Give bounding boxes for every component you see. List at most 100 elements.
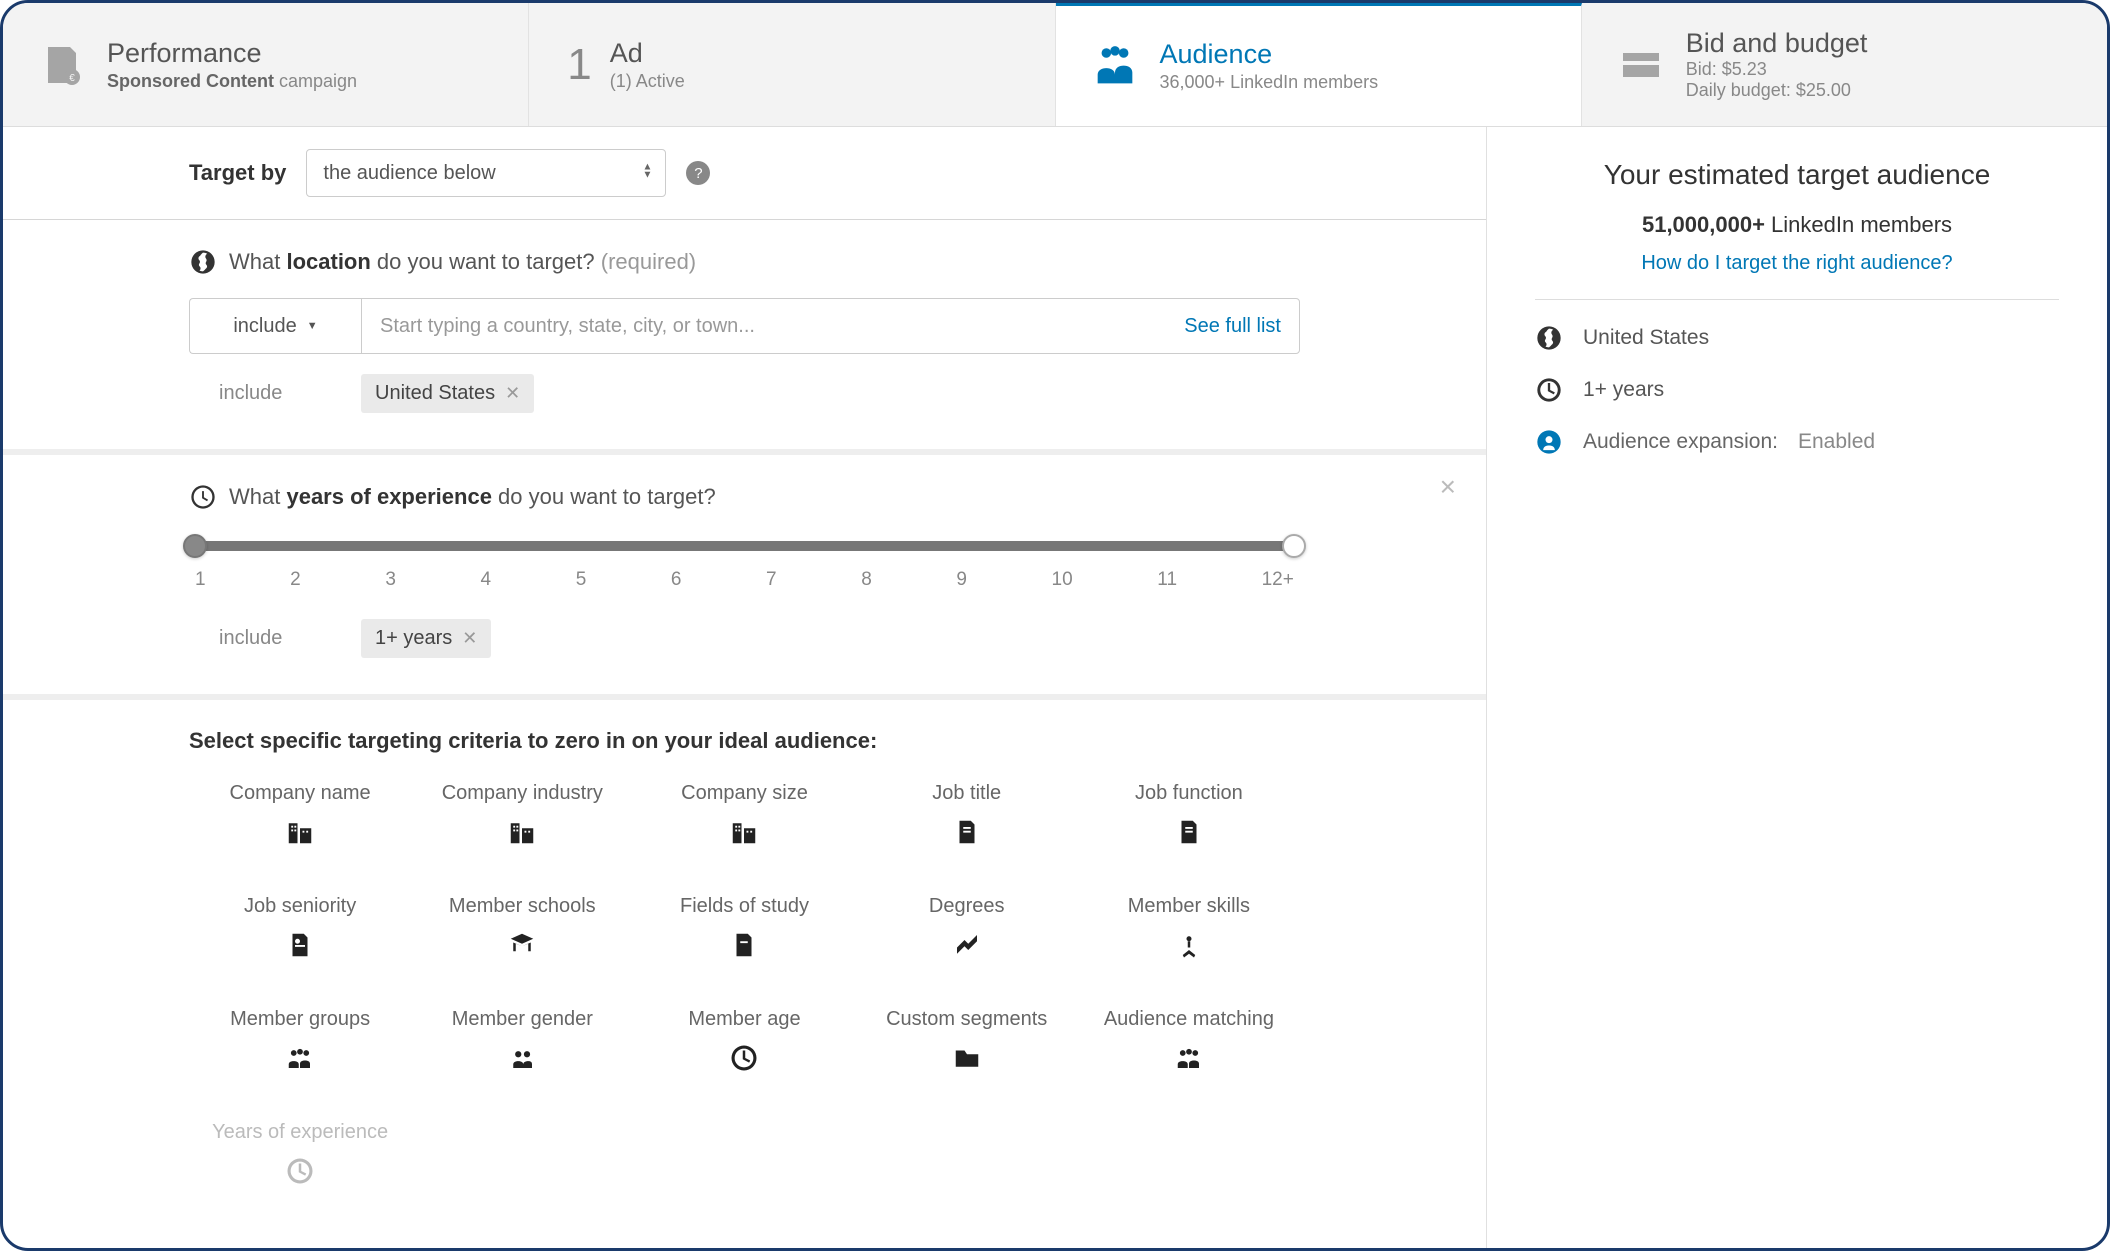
groups-icon bbox=[285, 1043, 315, 1073]
criteria-custom-segments[interactable]: Custom segments bbox=[856, 1008, 1078, 1073]
close-icon[interactable]: ✕ bbox=[505, 383, 520, 404]
criteria-label: Member skills bbox=[1128, 895, 1250, 918]
top-tabs: € Performance Sponsored Content campaign… bbox=[3, 3, 2107, 127]
criteria-heading: Select specific targeting criteria to ze… bbox=[189, 728, 1300, 754]
building-icon bbox=[729, 817, 759, 847]
gender-icon bbox=[507, 1043, 537, 1073]
location-input[interactable] bbox=[380, 315, 1184, 338]
criteria-label: Member schools bbox=[449, 895, 596, 918]
performance-icon: € bbox=[35, 38, 89, 92]
tab-bid[interactable]: Bid and budget Bid: $5.23 Daily budget: … bbox=[1582, 3, 2107, 126]
docline-icon bbox=[729, 930, 759, 960]
location-include-label: include bbox=[219, 382, 305, 405]
folder-icon bbox=[952, 1043, 982, 1073]
targetby-row: Target by the audience below ▲▼ ? bbox=[3, 127, 1486, 220]
criteria-member-skills[interactable]: Member skills bbox=[1078, 895, 1300, 960]
targetby-label: Target by bbox=[189, 160, 286, 186]
doc-icon bbox=[952, 817, 982, 847]
criteria-label: Company size bbox=[681, 782, 808, 805]
tab-ad-sub: (1) Active bbox=[610, 71, 685, 92]
globe-icon bbox=[1535, 324, 1563, 352]
criteria-label: Audience matching bbox=[1104, 1008, 1274, 1031]
location-panel: What location do you want to target? (re… bbox=[3, 220, 1486, 455]
tab-bid-budget: Daily budget: $25.00 bbox=[1686, 80, 1868, 101]
tab-performance[interactable]: € Performance Sponsored Content campaign bbox=[3, 3, 529, 126]
clock-icon bbox=[1535, 376, 1563, 404]
experience-panel: × What years of experience do you want t… bbox=[3, 455, 1486, 700]
tab-audience-title: Audience bbox=[1160, 39, 1379, 70]
clock-icon bbox=[729, 1043, 759, 1073]
location-chip: United States ✕ bbox=[361, 374, 534, 413]
tab-performance-title: Performance bbox=[107, 38, 357, 69]
tab-audience[interactable]: Audience 36,000+ LinkedIn members bbox=[1056, 3, 1582, 126]
criteria-company-size[interactable]: Company size bbox=[633, 782, 855, 847]
targetby-select[interactable]: the audience below bbox=[306, 149, 666, 197]
criteria-label: Degrees bbox=[929, 895, 1005, 918]
include-mode-button[interactable]: include ▼ bbox=[189, 298, 361, 354]
criteria-label: Job seniority bbox=[244, 895, 356, 918]
slider-handle-min[interactable] bbox=[183, 534, 207, 558]
svg-text:€: € bbox=[69, 73, 75, 84]
tab-ad-title: Ad bbox=[610, 38, 685, 69]
criteria-degrees[interactable]: Degrees bbox=[856, 895, 1078, 960]
bid-icon bbox=[1614, 38, 1668, 92]
estimate-heading: Your estimated target audience bbox=[1535, 157, 2059, 192]
globe-icon bbox=[189, 248, 217, 276]
tab-ad-count: 1 bbox=[567, 40, 591, 90]
groups-icon bbox=[1174, 1043, 1204, 1073]
building-icon bbox=[507, 817, 537, 847]
criteria-label: Custom segments bbox=[886, 1008, 1047, 1031]
criteria-panel: Select specific targeting criteria to ze… bbox=[3, 700, 1486, 1222]
criteria-company-name[interactable]: Company name bbox=[189, 782, 411, 847]
estimate-row: United States bbox=[1535, 324, 2059, 352]
criteria-label: Fields of study bbox=[680, 895, 809, 918]
tab-ad[interactable]: 1 Ad (1) Active bbox=[529, 3, 1055, 126]
criteria-member-gender[interactable]: Member gender bbox=[411, 1008, 633, 1073]
criteria-label: Member gender bbox=[452, 1008, 593, 1031]
tab-bid-bid: Bid: $5.23 bbox=[1686, 59, 1868, 80]
tab-audience-sub: 36,000+ LinkedIn members bbox=[1160, 72, 1379, 93]
skills-icon bbox=[1174, 930, 1204, 960]
experience-include-label: include bbox=[219, 627, 305, 650]
criteria-member-age[interactable]: Member age bbox=[633, 1008, 855, 1073]
experience-chip: 1+ years ✕ bbox=[361, 619, 491, 658]
estimate-row: 1+ years bbox=[1535, 376, 2059, 404]
criteria-label: Company name bbox=[230, 782, 371, 805]
criteria-fields-of-study[interactable]: Fields of study bbox=[633, 895, 855, 960]
see-full-list-link[interactable]: See full list bbox=[1184, 315, 1281, 338]
tab-bid-title: Bid and budget bbox=[1686, 28, 1868, 59]
chevron-down-icon: ▼ bbox=[307, 320, 318, 332]
criteria-label: Company industry bbox=[442, 782, 603, 805]
expand-icon bbox=[1535, 428, 1563, 456]
criteria-member-schools[interactable]: Member schools bbox=[411, 895, 633, 960]
school-icon bbox=[507, 930, 537, 960]
doc-icon bbox=[1174, 817, 1204, 847]
slider-handle-max[interactable] bbox=[1282, 534, 1306, 558]
slider-ticks: 123456789101112+ bbox=[195, 569, 1294, 591]
experience-slider[interactable] bbox=[195, 541, 1294, 551]
criteria-job-seniority[interactable]: Job seniority bbox=[189, 895, 411, 960]
criteria-company-industry[interactable]: Company industry bbox=[411, 782, 633, 847]
criteria-label: Years of experience bbox=[212, 1121, 388, 1144]
how-target-link[interactable]: How do I target the right audience? bbox=[1535, 252, 2059, 275]
help-icon[interactable]: ? bbox=[686, 161, 710, 185]
close-panel-button[interactable]: × bbox=[1440, 471, 1456, 503]
tab-performance-sub: Sponsored Content campaign bbox=[107, 71, 357, 92]
experience-question: What years of experience do you want to … bbox=[189, 483, 1300, 511]
degree-icon bbox=[952, 930, 982, 960]
clock-icon bbox=[285, 1156, 315, 1186]
criteria-years-of-experience: Years of experience bbox=[189, 1121, 411, 1186]
audience-icon bbox=[1088, 39, 1142, 93]
estimate-row: Audience expansion: Enabled bbox=[1535, 428, 2059, 456]
criteria-label: Member groups bbox=[230, 1008, 370, 1031]
criteria-member-groups[interactable]: Member groups bbox=[189, 1008, 411, 1073]
docbadge-icon bbox=[285, 930, 315, 960]
criteria-job-title[interactable]: Job title bbox=[856, 782, 1078, 847]
location-question: What location do you want to target? (re… bbox=[189, 248, 1300, 276]
criteria-audience-matching[interactable]: Audience matching bbox=[1078, 1008, 1300, 1073]
criteria-label: Job function bbox=[1135, 782, 1243, 805]
close-icon[interactable]: ✕ bbox=[462, 628, 477, 649]
estimate-count: 51,000,000+ LinkedIn members bbox=[1535, 212, 2059, 238]
estimate-sidebar: Your estimated target audience 51,000,00… bbox=[1487, 127, 2107, 1248]
criteria-job-function[interactable]: Job function bbox=[1078, 782, 1300, 847]
